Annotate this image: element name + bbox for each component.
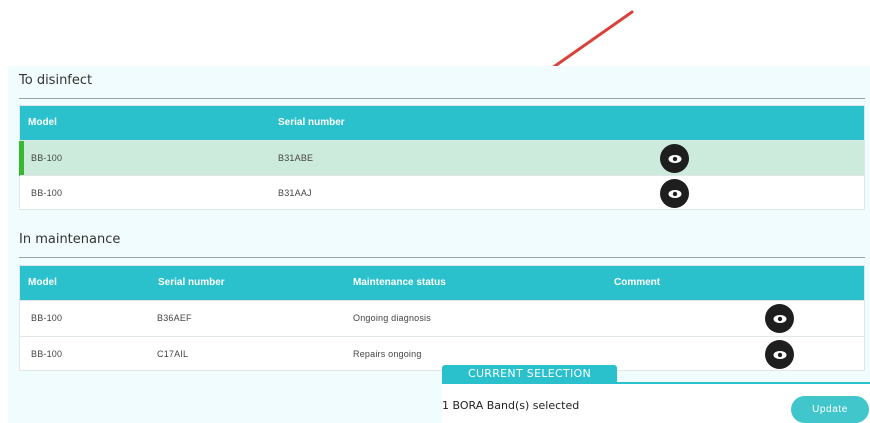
- view-button[interactable]: [765, 340, 794, 369]
- eye-icon: [773, 350, 786, 359]
- cell-serial: B36AEF: [157, 313, 192, 323]
- section-title-maintenance: In maintenance: [19, 232, 121, 247]
- selection-summary: 1 BORA Band(s) selected: [442, 399, 580, 412]
- eye-icon: [668, 154, 681, 163]
- cell-model: BB-100: [31, 188, 63, 198]
- cell-model: BB-100: [31, 153, 63, 163]
- column-header-model[interactable]: Model: [28, 106, 57, 140]
- section-divider: [19, 257, 865, 258]
- column-header-model[interactable]: Model: [28, 266, 57, 300]
- section-title-disinfect: To disinfect: [19, 73, 93, 88]
- column-header-comment[interactable]: Comment: [614, 266, 660, 300]
- cell-model: BB-100: [31, 349, 63, 359]
- cell-serial: B31ABE: [278, 153, 314, 163]
- view-button[interactable]: [660, 179, 689, 208]
- cell-model: BB-100: [31, 313, 63, 323]
- cell-maintenance-status: Repairs ongoing: [353, 349, 422, 359]
- section-divider: [19, 98, 865, 99]
- cell-serial: B31AAJ: [278, 188, 312, 198]
- cell-serial: C17AIL: [157, 349, 189, 359]
- view-button[interactable]: [765, 304, 794, 333]
- current-selection-panel: 1 BORA Band(s) selected Update: [442, 382, 870, 423]
- disinfect-table: Model Serial number BB-100 B31ABE BB-100…: [19, 105, 865, 210]
- column-header-maintenance-status[interactable]: Maintenance status: [353, 266, 446, 300]
- table-header: Model Serial number: [20, 106, 864, 140]
- update-button[interactable]: Update: [791, 396, 869, 423]
- table-header: Model Serial number Maintenance status C…: [20, 266, 864, 300]
- maintenance-table: Model Serial number Maintenance status C…: [19, 265, 865, 371]
- column-header-serial[interactable]: Serial number: [278, 106, 345, 140]
- table-row[interactable]: BB-100 B31ABE: [19, 140, 864, 176]
- table-row[interactable]: BB-100 B36AEF Ongoing diagnosis: [20, 300, 864, 336]
- view-button[interactable]: [660, 144, 689, 173]
- cell-maintenance-status: Ongoing diagnosis: [353, 313, 431, 323]
- eye-icon: [668, 189, 681, 198]
- selected-row-marker: [19, 141, 24, 176]
- table-row[interactable]: BB-100 B31AAJ: [20, 175, 864, 211]
- current-selection-tab[interactable]: CURRENT SELECTION: [442, 365, 617, 383]
- eye-icon: [773, 314, 786, 323]
- column-header-serial[interactable]: Serial number: [158, 266, 225, 300]
